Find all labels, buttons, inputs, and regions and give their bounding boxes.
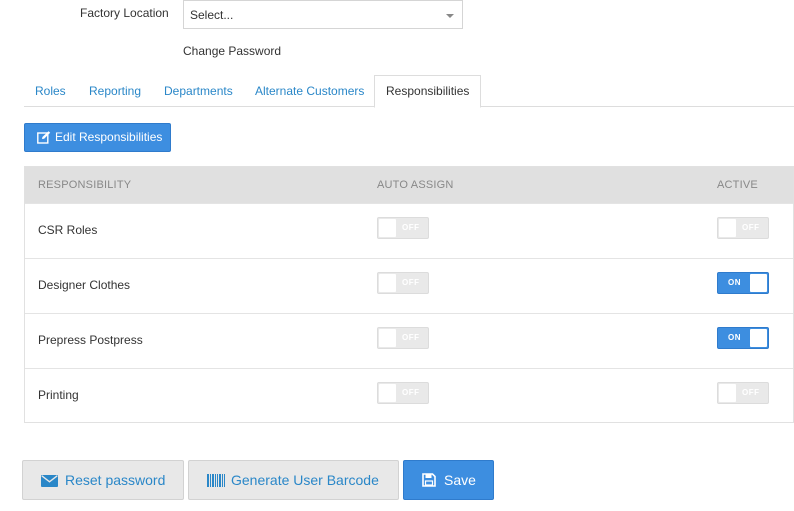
tab-departments[interactable]: Departments xyxy=(153,75,244,107)
tab-responsibilities[interactable]: Responsibilities xyxy=(374,75,482,108)
tab-alternate-customers[interactable]: Alternate Customers xyxy=(244,75,375,107)
edit-icon xyxy=(37,131,51,144)
save-button[interactable]: Save xyxy=(403,460,494,500)
factory-location-label: Factory Location xyxy=(80,6,169,20)
auto-assign-toggle[interactable]: OFF xyxy=(377,272,429,294)
factory-location-value: Select... xyxy=(190,8,234,22)
responsibility-name: Printing xyxy=(38,388,79,402)
toggle-knob xyxy=(719,219,736,237)
generate-barcode-label: Generate User Barcode xyxy=(231,472,379,488)
change-password-link[interactable]: Change Password xyxy=(183,44,281,58)
reset-password-button[interactable]: Reset password xyxy=(22,460,184,500)
toggle-knob xyxy=(379,219,396,237)
responsibilities-table: RESPONSIBILITY AUTO ASSIGN ACTIVE CSR Ro… xyxy=(24,166,794,423)
toggle-state: OFF xyxy=(742,223,760,232)
active-toggle[interactable]: ON xyxy=(717,272,769,294)
responsibility-name: CSR Roles xyxy=(38,223,98,237)
table-row: Prepress Postpress OFF ON xyxy=(25,313,793,368)
toggle-knob xyxy=(379,384,396,402)
toggle-state: ON xyxy=(728,333,741,342)
toggle-state: OFF xyxy=(402,223,420,232)
responsibility-name: Designer Clothes xyxy=(38,278,131,292)
toggle-state: ON xyxy=(728,278,741,287)
toggle-state: OFF xyxy=(402,333,420,342)
active-toggle[interactable]: OFF xyxy=(717,217,769,239)
auto-assign-toggle[interactable]: OFF xyxy=(377,217,429,239)
column-header-active: ACTIVE xyxy=(717,179,758,191)
toggle-state: OFF xyxy=(742,388,760,397)
edit-responsibilities-button[interactable]: Edit Responsibilities xyxy=(24,123,171,152)
toggle-knob xyxy=(750,329,767,347)
auto-assign-toggle[interactable]: OFF xyxy=(377,382,429,404)
toggle-knob xyxy=(379,329,396,347)
toggle-knob xyxy=(379,274,396,292)
toggle-state: OFF xyxy=(402,278,420,287)
toggle-knob xyxy=(719,384,736,402)
table-row: Printing OFF OFF xyxy=(25,368,793,423)
auto-assign-toggle[interactable]: OFF xyxy=(377,327,429,349)
save-label: Save xyxy=(444,472,476,488)
table-header: RESPONSIBILITY AUTO ASSIGN ACTIVE xyxy=(25,167,793,204)
envelope-icon xyxy=(41,475,58,487)
tab-bar: Roles Reporting Departments Alternate Cu… xyxy=(24,75,794,108)
column-header-responsibility: RESPONSIBILITY xyxy=(38,179,132,191)
active-toggle[interactable]: ON xyxy=(717,327,769,349)
factory-location-select[interactable]: Select... xyxy=(183,0,463,29)
table-row: CSR Roles OFF OFF xyxy=(25,203,793,258)
reset-password-label: Reset password xyxy=(65,472,166,488)
toggle-knob xyxy=(750,274,767,292)
generate-barcode-button[interactable]: Generate User Barcode xyxy=(188,460,399,500)
barcode-icon xyxy=(207,474,225,487)
responsibility-name: Prepress Postpress xyxy=(38,333,143,347)
chevron-down-icon xyxy=(446,14,454,18)
tab-roles[interactable]: Roles xyxy=(24,75,77,107)
active-toggle[interactable]: OFF xyxy=(717,382,769,404)
table-row: Designer Clothes OFF ON xyxy=(25,258,793,313)
edit-responsibilities-label: Edit Responsibilities xyxy=(55,130,163,144)
save-icon xyxy=(422,473,436,487)
toggle-state: OFF xyxy=(402,388,420,397)
tab-reporting[interactable]: Reporting xyxy=(78,75,152,107)
column-header-auto-assign: AUTO ASSIGN xyxy=(377,179,454,191)
